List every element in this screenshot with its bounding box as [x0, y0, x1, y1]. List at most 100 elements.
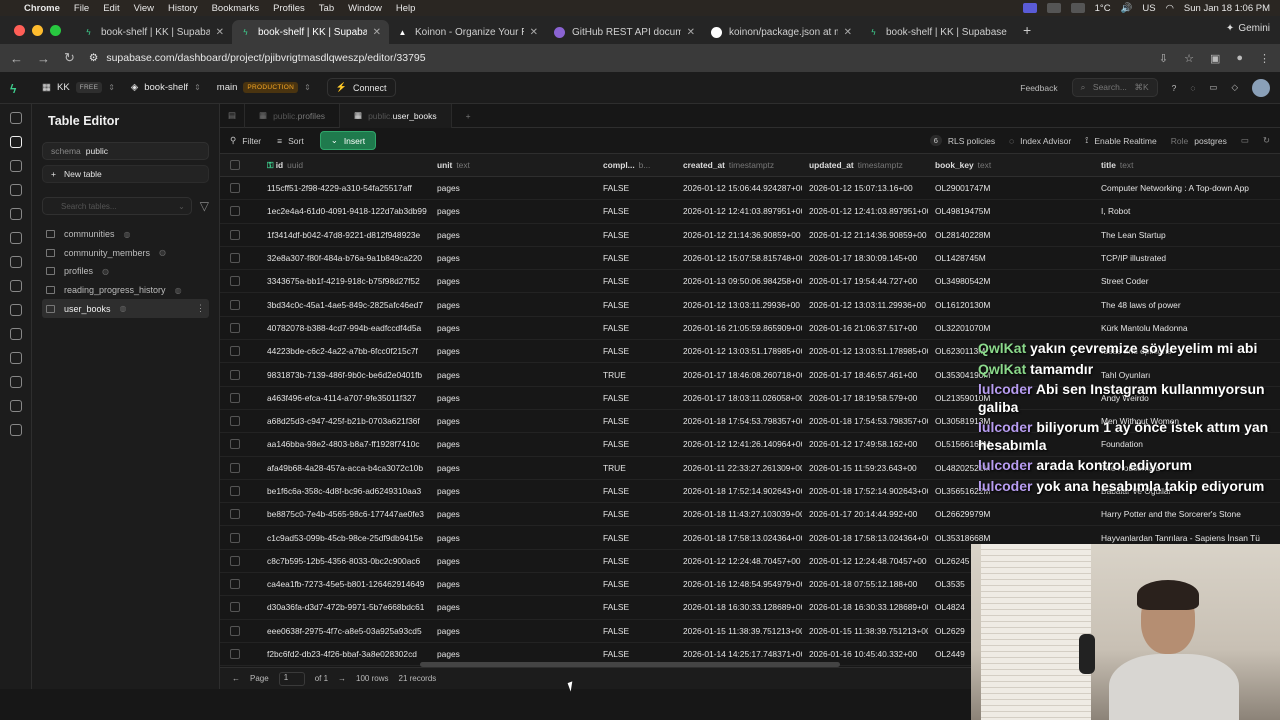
menu-help[interactable]: Help: [396, 3, 416, 14]
help-icon[interactable]: ?: [1172, 83, 1177, 93]
table-cell[interactable]: Street Coder: [1094, 276, 1274, 286]
table-cell[interactable]: 2026-01-17 18:46:57.461+00: [802, 370, 928, 380]
table-row[interactable]: be8875c0-7e4b-4565-98c6-177447ae0fe3 page…: [220, 503, 1280, 527]
browser-tab-active[interactable]: ϟbook-shelf | KK | Supabase✕: [232, 20, 389, 44]
more-options-icon[interactable]: ⋮: [196, 303, 209, 314]
refresh-icon[interactable]: ↻: [1263, 135, 1270, 146]
menu-bookmarks[interactable]: Bookmarks: [212, 3, 260, 14]
definition-icon[interactable]: ▭: [1241, 135, 1249, 146]
table-cell[interactable]: pages: [430, 509, 596, 519]
column-header-unit[interactable]: unit text: [430, 160, 596, 170]
index-advisor-button[interactable]: ◌ Index Advisor: [1009, 136, 1071, 146]
table-cell[interactable]: 115cff51-2f98-4229-a310-54fa25517aff: [260, 183, 430, 193]
select-all-checkbox[interactable]: [220, 160, 260, 170]
row-checkbox[interactable]: [220, 299, 260, 310]
table-cell[interactable]: c1c9ad53-099b-45cb-98ce-25df9db9415e: [260, 533, 430, 543]
row-checkbox[interactable]: [220, 625, 260, 636]
table-cell[interactable]: be1f6c6a-358c-4d8f-bc96-ad6249310aa3: [260, 486, 430, 496]
menu-window[interactable]: Window: [348, 3, 382, 14]
table-cell[interactable]: 2026-01-12 12:41:26.140964+00: [676, 439, 802, 449]
shield-icon[interactable]: [1046, 3, 1061, 13]
rls-policies-button[interactable]: 6 RLS policies: [929, 135, 995, 146]
table-cell[interactable]: FALSE: [596, 486, 676, 496]
browser-tab[interactable]: ▲Koinon - Organize Your Readi✕: [389, 20, 546, 44]
weather-temp[interactable]: 1°C: [1095, 3, 1111, 14]
row-checkbox[interactable]: [220, 253, 260, 264]
column-header-created-at[interactable]: created_at timestamptz: [676, 160, 802, 170]
menu-edit[interactable]: Edit: [103, 3, 119, 14]
browser-tab[interactable]: GitHub REST API documentat✕: [546, 20, 703, 44]
sidebar-toggle-icon[interactable]: ▤: [220, 104, 246, 128]
table-cell[interactable]: pages: [430, 393, 596, 403]
table-cell[interactable]: 2026-01-18 17:58:13.024364+00: [676, 533, 802, 543]
table-cell[interactable]: 2026-01-12 17:49:58.162+00: [802, 439, 928, 449]
table-cell[interactable]: FALSE: [596, 533, 676, 543]
table-row[interactable]: 3343675a-bb1f-4219-918c-b75f98d27f52 page…: [220, 270, 1280, 294]
table-cell[interactable]: 2026-01-15 11:38:39.751213+00: [676, 626, 802, 636]
menu-history[interactable]: History: [168, 3, 198, 14]
row-checkbox[interactable]: [220, 416, 260, 427]
table-cell[interactable]: 2026-01-12 12:24:48.70457+00: [676, 556, 802, 566]
close-tab-icon[interactable]: ✕: [530, 27, 538, 38]
table-cell[interactable]: OL32201070M: [928, 323, 1094, 333]
sql-editor-icon[interactable]: [9, 160, 22, 172]
zoom-window-icon[interactable]: [50, 24, 61, 36]
table-cell[interactable]: 2026-01-18 16:30:33.128689+00: [802, 602, 928, 612]
advisors-icon[interactable]: [9, 304, 22, 316]
row-checkbox[interactable]: [220, 462, 260, 473]
table-cell[interactable]: pages: [430, 416, 596, 426]
table-cell[interactable]: TRUE: [596, 370, 676, 380]
table-cell[interactable]: FALSE: [596, 556, 676, 566]
schema-selector[interactable]: schema public: [42, 142, 209, 160]
edge-functions-icon[interactable]: [9, 256, 22, 268]
table-cell[interactable]: 2026-01-14 14:25:17.748371+00: [676, 649, 802, 659]
sidebar-item-user-books[interactable]: user_books ◍ ⋮: [42, 299, 209, 318]
close-tab-icon[interactable]: ✕: [373, 27, 381, 38]
home-icon[interactable]: [9, 112, 22, 124]
table-cell[interactable]: 2026-01-18 07:55:12.188+00: [802, 579, 928, 589]
table-cell[interactable]: 2026-01-16 10:45:40.332+00: [802, 649, 928, 659]
row-checkbox[interactable]: [220, 392, 260, 403]
table-cell[interactable]: Computer Networking : A Top-down App: [1094, 183, 1274, 193]
table-cell[interactable]: 40782078-b388-4cd7-994b-eadfccdf4d5a: [260, 323, 430, 333]
storage-icon[interactable]: [9, 232, 22, 244]
table-cell[interactable]: 2026-01-13 09:50:06.984258+00: [676, 276, 802, 286]
close-tab-icon[interactable]: ✕: [687, 27, 695, 38]
minimize-window-icon[interactable]: [32, 24, 43, 36]
table-cell[interactable]: OL28140228M: [928, 230, 1094, 240]
gemini-button[interactable]: ✦ Gemini: [1226, 23, 1270, 34]
table-cell[interactable]: pages: [430, 486, 596, 496]
reports-icon[interactable]: [9, 328, 22, 340]
table-cell[interactable]: FALSE: [596, 439, 676, 449]
table-cell[interactable]: 2026-01-12 13:03:11.29936+00: [676, 300, 802, 310]
table-cell[interactable]: OL1428745M: [928, 253, 1094, 263]
extension-icon[interactable]: [1070, 3, 1085, 13]
table-cell[interactable]: 2026-01-12 12:41:03.897951+00: [802, 206, 928, 216]
settings-icon[interactable]: ◇: [1231, 82, 1238, 93]
row-checkbox[interactable]: [220, 229, 260, 240]
table-cell[interactable]: pages: [430, 276, 596, 286]
table-cell[interactable]: 1f3414df-b042-47d8-9221-d812f948923e: [260, 230, 430, 240]
row-checkbox[interactable]: [220, 439, 260, 450]
tab-user-books[interactable]: ▦ public.user_books: [340, 104, 452, 128]
table-cell[interactable]: FALSE: [596, 579, 676, 589]
table-search-input[interactable]: Search tables... ⌄: [42, 197, 192, 215]
table-cell[interactable]: pages: [430, 346, 596, 356]
row-checkbox[interactable]: [220, 532, 260, 543]
org-selector[interactable]: ▦ KK FREE ⇕: [42, 82, 115, 93]
table-cell[interactable]: 2026-01-15 11:38:39.751213+00: [802, 626, 928, 636]
site-info-icon[interactable]: ⚙: [89, 52, 98, 64]
table-cell[interactable]: TRUE: [596, 463, 676, 473]
row-checkbox[interactable]: [220, 602, 260, 613]
table-cell[interactable]: 9831873b-7139-486f-9b0c-be6d2e0401fb: [260, 370, 430, 380]
table-cell[interactable]: pages: [430, 533, 596, 543]
row-checkbox[interactable]: [220, 649, 260, 660]
table-cell[interactable]: 1ec2e4a4-61d0-4091-9418-122d7ab3db99: [260, 206, 430, 216]
table-cell[interactable]: FALSE: [596, 206, 676, 216]
table-cell[interactable]: 2026-01-17 18:46:08.260718+00: [676, 370, 802, 380]
sidebar-item-communities[interactable]: communities ◍: [42, 225, 209, 244]
back-icon[interactable]: ←: [10, 51, 23, 66]
horizontal-scrollbar[interactable]: [420, 662, 840, 667]
sidebar-item-profiles[interactable]: profiles ◍: [42, 262, 209, 281]
feedback-button[interactable]: Feedback: [1020, 83, 1057, 93]
